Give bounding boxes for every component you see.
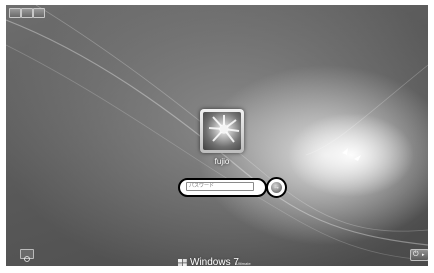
password-input[interactable] [186, 182, 254, 191]
edition-label: Ultimate [236, 261, 251, 266]
window-control-button[interactable] [9, 8, 21, 18]
logon-screen: fujio → Windows 7 Ultimate ⏻ ▸ [6, 5, 428, 266]
submit-button-highlight: → [266, 177, 287, 198]
user-tile[interactable] [200, 109, 244, 153]
windows-logo-icon [178, 259, 187, 266]
arrow-right-icon: → [273, 184, 280, 191]
ease-of-access-icon [24, 256, 30, 262]
window-control-button[interactable] [21, 8, 33, 18]
ease-of-access-button[interactable] [20, 249, 34, 262]
user-avatar [203, 112, 241, 150]
product-name: Windows 7 [190, 257, 239, 266]
power-icon: ⏻ [413, 251, 419, 258]
password-field-highlight [178, 178, 267, 197]
submit-button[interactable]: → [271, 182, 282, 193]
username-label: fujio [214, 157, 230, 166]
screenshot-frame: fujio → Windows 7 Ultimate ⏻ ▸ [0, 0, 434, 273]
flower-icon [208, 115, 240, 143]
power-button[interactable]: ⏻ ▸ [410, 249, 428, 261]
window-control-button[interactable] [33, 8, 45, 18]
power-options-arrow-icon[interactable]: ▸ [422, 251, 425, 259]
